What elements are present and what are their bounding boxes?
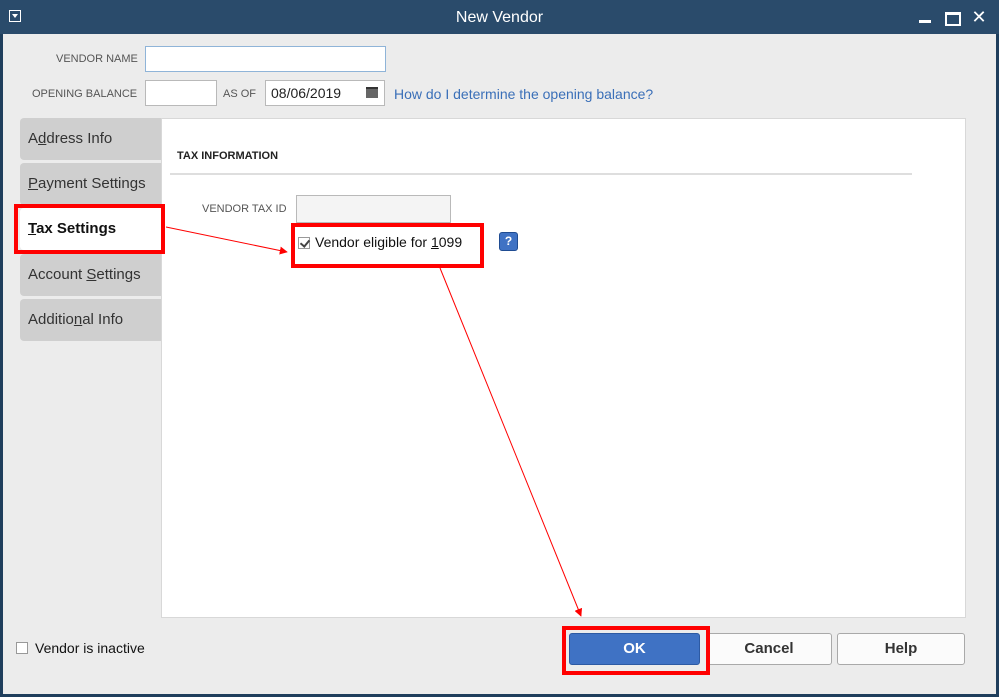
window-title: New Vendor [455, 9, 544, 26]
vendor-name-input[interactable] [145, 46, 386, 72]
tax-settings-panel: TAX INFORMATION VENDOR TAX ID Vendor eli… [161, 118, 966, 618]
tab-payment-settings[interactable]: Payment Settings [20, 163, 161, 205]
eligible-1099-checkbox[interactable] [298, 237, 310, 249]
vendor-tax-id-label: VENDOR TAX ID [202, 203, 287, 215]
minimize-icon[interactable] [914, 7, 936, 27]
eligible-1099-label[interactable]: Vendor eligible for 1099 [315, 234, 462, 250]
dialog-body: VENDOR NAME OPENING BALANCE AS OF 08/06/… [3, 34, 996, 694]
tab-account-settings[interactable]: Account Settings [20, 254, 161, 296]
opening-balance-help-link[interactable]: How do I determine the opening balance? [394, 86, 653, 102]
vendor-inactive-label[interactable]: Vendor is inactive [35, 640, 145, 656]
as-of-label: AS OF [223, 88, 257, 100]
vendor-tax-id-input[interactable] [296, 195, 451, 223]
maximize-icon[interactable] [941, 7, 963, 27]
section-divider [170, 173, 912, 175]
vendor-inactive-checkbox[interactable] [16, 642, 28, 654]
calendar-icon[interactable] [366, 87, 378, 98]
tab-additional-info[interactable]: Additional Info [20, 299, 161, 341]
title-bar: New Vendor ✕ [0, 0, 999, 34]
close-icon[interactable]: ✕ [968, 7, 990, 27]
ok-button[interactable]: OK [569, 633, 700, 665]
tab-tax-settings[interactable]: Tax Settings [20, 208, 161, 250]
as-of-date-value: 08/06/2019 [271, 85, 342, 101]
vendor-name-label: VENDOR NAME [56, 53, 138, 65]
tax-information-heading: TAX INFORMATION [177, 150, 279, 162]
tab-address-info[interactable]: Address Info [20, 118, 161, 160]
opening-balance-input[interactable] [145, 80, 217, 106]
opening-balance-label: OPENING BALANCE [32, 88, 138, 100]
help-question-icon[interactable]: ? [499, 232, 518, 251]
new-vendor-window: New Vendor ✕ VENDOR NAME OPENING BALANCE… [0, 0, 999, 697]
as-of-date-input[interactable]: 08/06/2019 [265, 80, 385, 106]
help-button[interactable]: Help [837, 633, 965, 665]
cancel-button[interactable]: Cancel [706, 633, 832, 665]
